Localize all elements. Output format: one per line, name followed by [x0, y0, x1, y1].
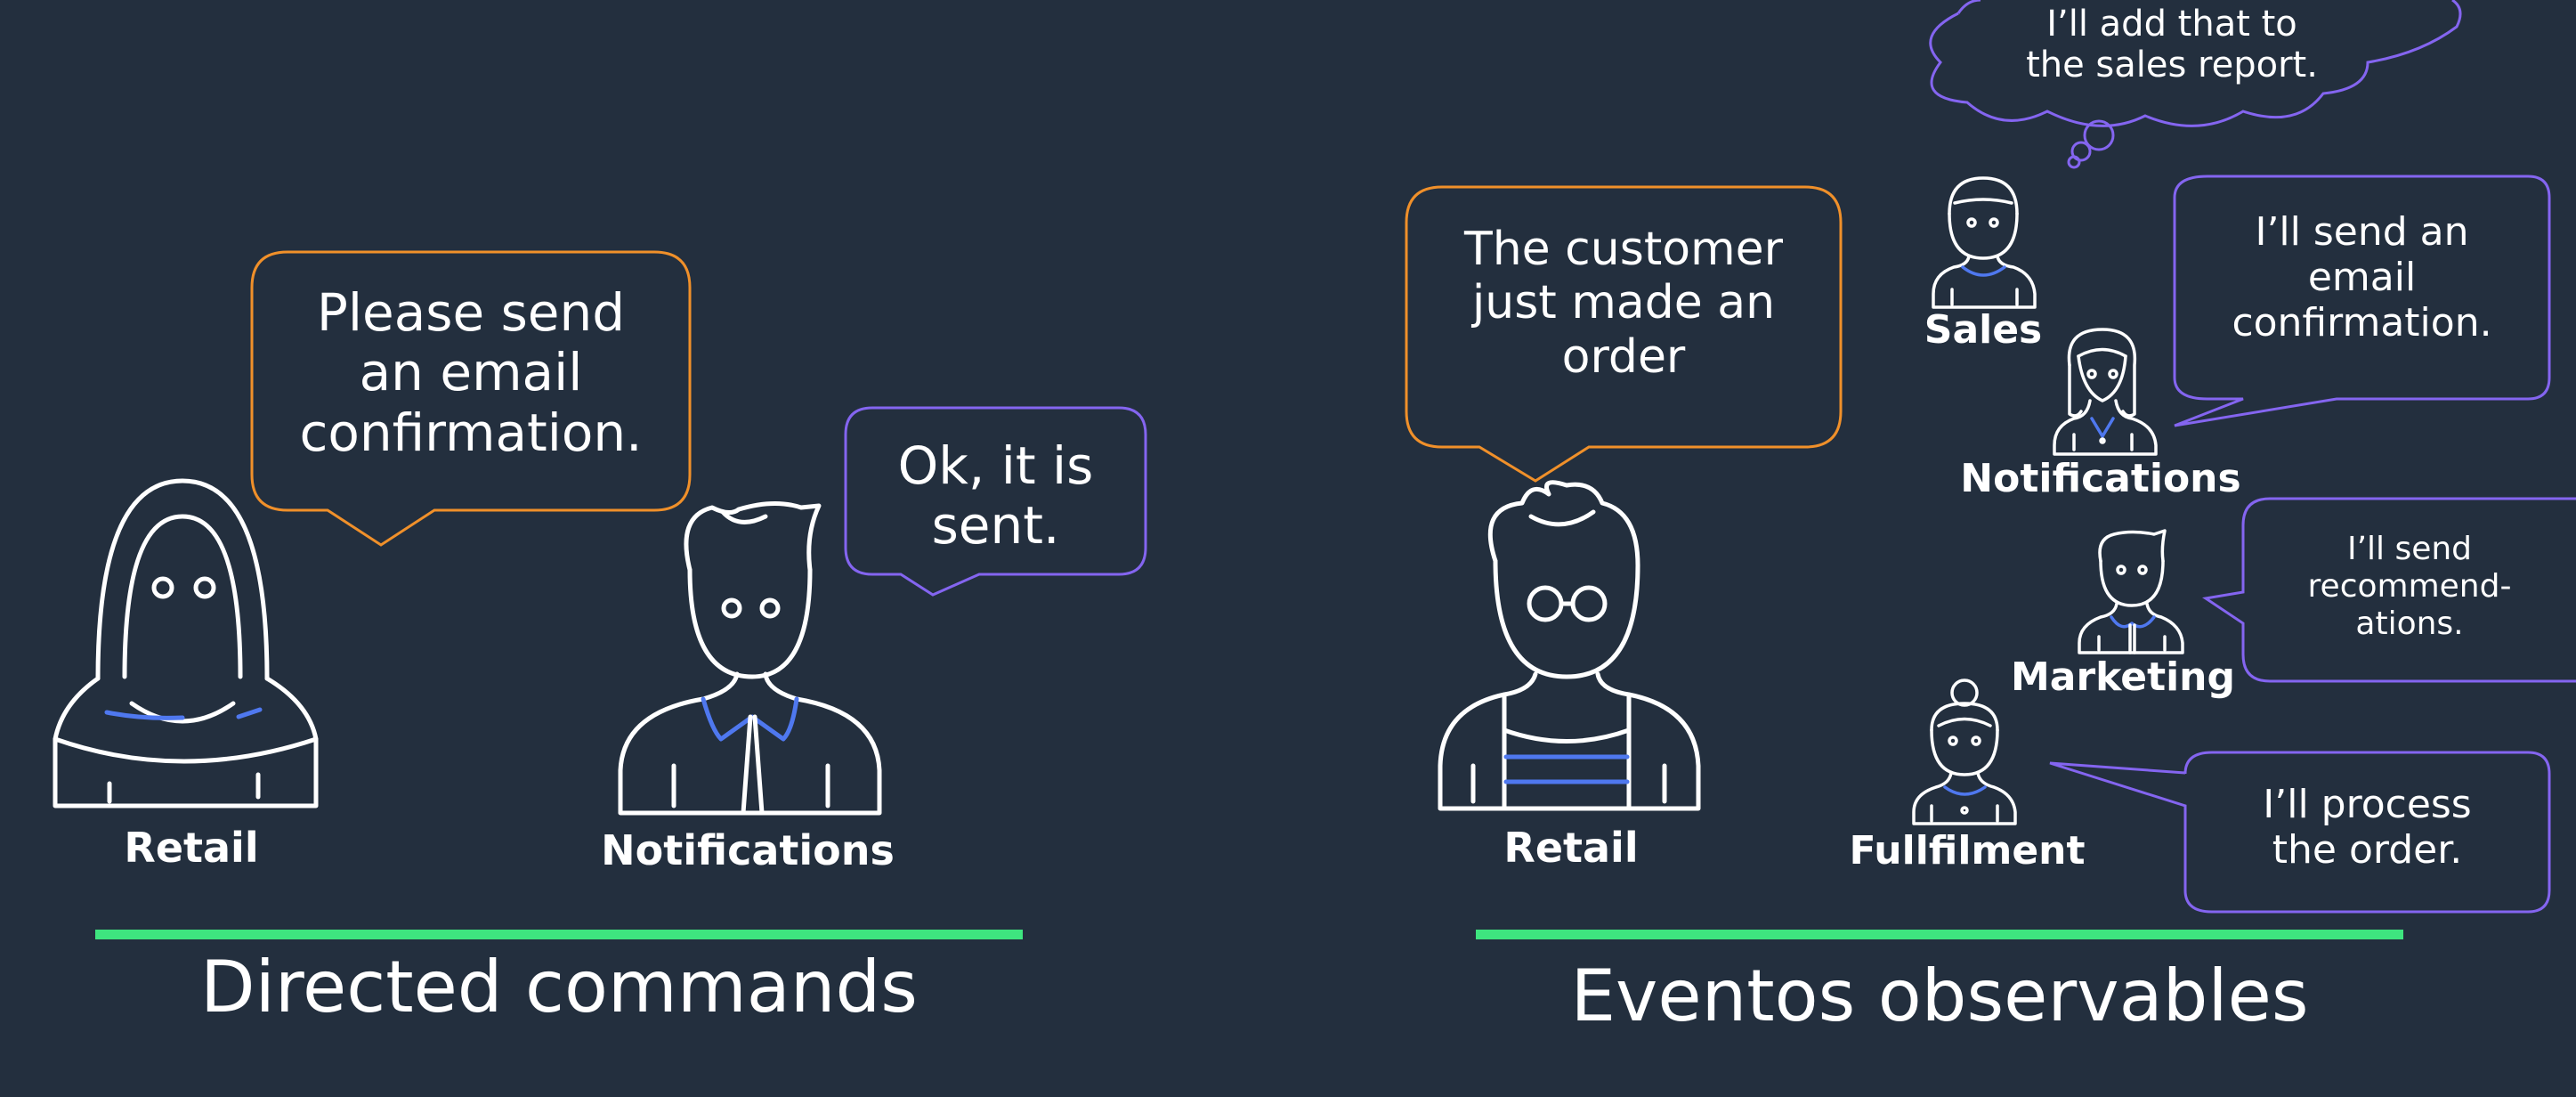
right-retail-figure-icon — [1438, 480, 1701, 811]
fulfilment-bubble-text: I’ll process the order. — [2263, 782, 2472, 874]
right-title: Eventos observables — [1570, 955, 2309, 1037]
sales-thought-text: I’ll add that to the sales report. — [2026, 4, 2318, 86]
notifications-figure-icon — [618, 500, 882, 816]
notifications-bubble-text: Ok, it is sent. — [897, 435, 1094, 557]
fulfilment-label: Fullfilment — [1849, 828, 2086, 874]
retail-figure-icon — [53, 478, 319, 809]
retail-bubble-text: Please send an email confirmation. — [299, 282, 643, 463]
marketing-figure-icon — [2078, 529, 2184, 654]
left-title: Directed commands — [200, 946, 918, 1028]
right-notifications-bubble-text: I’ll send an email confirmation. — [2232, 209, 2492, 346]
right-retail-label: Retail — [1503, 824, 1639, 872]
fulfilment-figure-icon — [1912, 679, 2017, 825]
diagram-canvas — [53, 0, 2576, 939]
marketing-bubble-text: I’ll send recommend- ations. — [2307, 531, 2512, 642]
retail-label: Retail — [124, 824, 259, 872]
right-retail-bubble-text: The customer just made an order — [1463, 223, 1784, 384]
right-notifications-label: Notifications — [1960, 456, 2241, 501]
notifications-label: Notifications — [601, 826, 895, 874]
right-title-underline — [1476, 930, 2403, 939]
marketing-label: Marketing — [2010, 654, 2236, 700]
sales-label: Sales — [1924, 307, 2043, 353]
sales-figure-icon — [1932, 176, 2037, 309]
left-title-underline — [95, 930, 1023, 939]
